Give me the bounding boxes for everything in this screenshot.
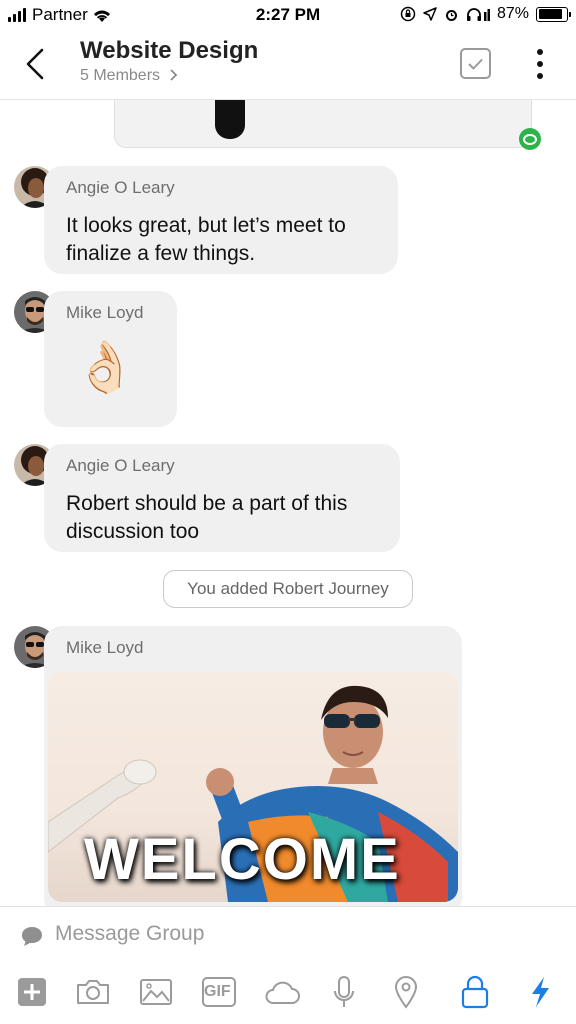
more-options-button[interactable] <box>530 48 550 80</box>
cloud-icon <box>265 981 300 1004</box>
status-bar: Partner 2:27 PM 87% <box>0 0 576 30</box>
plus-icon <box>18 978 46 1006</box>
lock-button[interactable] <box>455 972 495 1012</box>
message-text: It looks great, but let’s meet to finali… <box>66 214 346 265</box>
cloud-button[interactable] <box>262 972 302 1012</box>
location-button[interactable] <box>386 972 426 1012</box>
seen-eye-icon <box>519 128 541 150</box>
chevron-right-icon <box>170 69 178 81</box>
message-bubble[interactable]: Angie O Leary Robert should be a part of… <box>44 444 400 552</box>
members-link[interactable]: 5 Members <box>80 67 180 85</box>
sender-name: Mike Loyd <box>66 303 144 322</box>
compose-bar <box>0 906 576 964</box>
group-title[interactable]: Website Design <box>80 37 258 65</box>
more-vertical-icon <box>537 49 543 79</box>
previous-attachment-card[interactable] <box>114 100 532 148</box>
orientation-lock-icon <box>400 6 416 22</box>
gif-caption: WELCOME <box>84 827 401 892</box>
gif-attachment[interactable]: WELCOME <box>48 672 458 902</box>
tasks-button[interactable] <box>460 48 491 79</box>
members-count: 5 Members <box>80 67 161 84</box>
battery-fill <box>538 9 562 19</box>
gif-label: GIF <box>204 983 231 1000</box>
chevron-left-icon <box>26 48 44 80</box>
battery-percent: 87% <box>496 5 529 22</box>
microphone-icon <box>334 976 354 1007</box>
system-message: You added Robert Journey <box>163 570 413 608</box>
ok-hand-emoji: 👌🏻 <box>74 339 137 395</box>
message-bubble[interactable]: Mike Loyd WELCOME <box>44 626 462 906</box>
headphones-icon <box>466 8 490 21</box>
battery-icon <box>536 6 571 22</box>
chat-header: Website Design 5 Members <box>0 30 576 100</box>
voice-button[interactable] <box>324 972 364 1012</box>
lightning-icon <box>532 977 549 1007</box>
message-text: Robert should be a part of this discussi… <box>66 492 348 543</box>
message-list[interactable]: Angie O Leary It looks great, but let’s … <box>0 100 576 906</box>
message-input[interactable] <box>55 922 535 946</box>
message-bubble[interactable]: Mike Loyd 👌🏻 <box>44 291 177 427</box>
attachment-toolbar: GIF <box>0 964 576 1024</box>
sender-name: Mike Loyd <box>66 638 144 657</box>
sender-name: Angie O Leary <box>66 456 175 475</box>
lock-icon <box>461 975 489 1009</box>
attachment-preview-shape <box>215 100 245 139</box>
status-right: 87% <box>400 5 571 23</box>
task-check-icon <box>468 58 483 70</box>
camera-button[interactable] <box>73 972 113 1012</box>
send-button[interactable] <box>520 972 560 1012</box>
gallery-button[interactable] <box>136 972 176 1012</box>
alarm-icon <box>445 9 457 21</box>
location-pin-icon <box>394 976 418 1009</box>
add-button[interactable] <box>12 972 52 1012</box>
sender-name: Angie O Leary <box>66 178 175 197</box>
image-icon <box>140 979 172 1005</box>
gif-button[interactable]: GIF <box>199 972 239 1012</box>
location-arrow-icon <box>423 7 437 21</box>
chat-bubble-icon <box>22 927 42 946</box>
message-bubble[interactable]: Angie O Leary It looks great, but let’s … <box>44 166 398 274</box>
camera-icon <box>77 980 109 1004</box>
back-button[interactable] <box>18 44 54 84</box>
